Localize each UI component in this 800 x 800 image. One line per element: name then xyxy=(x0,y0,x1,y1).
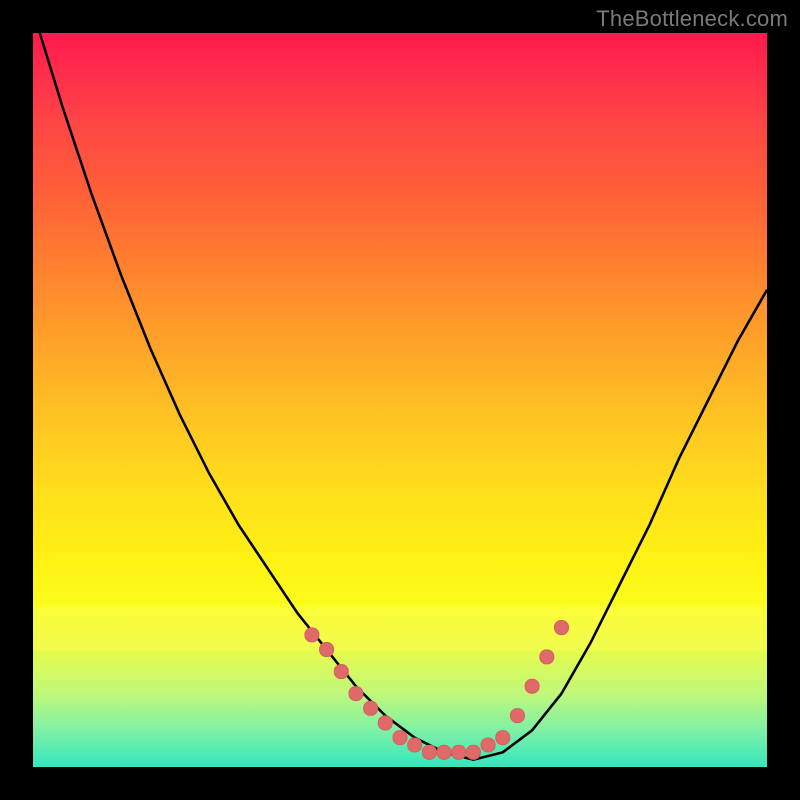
marker-dot xyxy=(466,745,480,759)
bottleneck-curve xyxy=(33,33,767,760)
marker-dot xyxy=(364,701,378,715)
chart-frame: TheBottleneck.com xyxy=(0,0,800,800)
marker-dot xyxy=(437,745,451,759)
marker-dot xyxy=(452,745,466,759)
marker-dot xyxy=(305,628,319,642)
marker-dot xyxy=(496,731,510,745)
marker-dot xyxy=(378,716,392,730)
marker-dot xyxy=(320,643,334,657)
marker-dot xyxy=(422,745,436,759)
marker-dot xyxy=(510,709,524,723)
watermark-text: TheBottleneck.com xyxy=(596,6,788,32)
curve-layer xyxy=(33,33,767,767)
marker-dot xyxy=(555,621,569,635)
marker-dot xyxy=(393,731,407,745)
marker-dot xyxy=(334,665,348,679)
marker-dot xyxy=(349,687,363,701)
highlight-markers xyxy=(305,621,569,760)
marker-dot xyxy=(525,679,539,693)
marker-dot xyxy=(481,738,495,752)
plot-area xyxy=(33,33,767,767)
marker-dot xyxy=(408,738,422,752)
marker-dot xyxy=(540,650,554,664)
